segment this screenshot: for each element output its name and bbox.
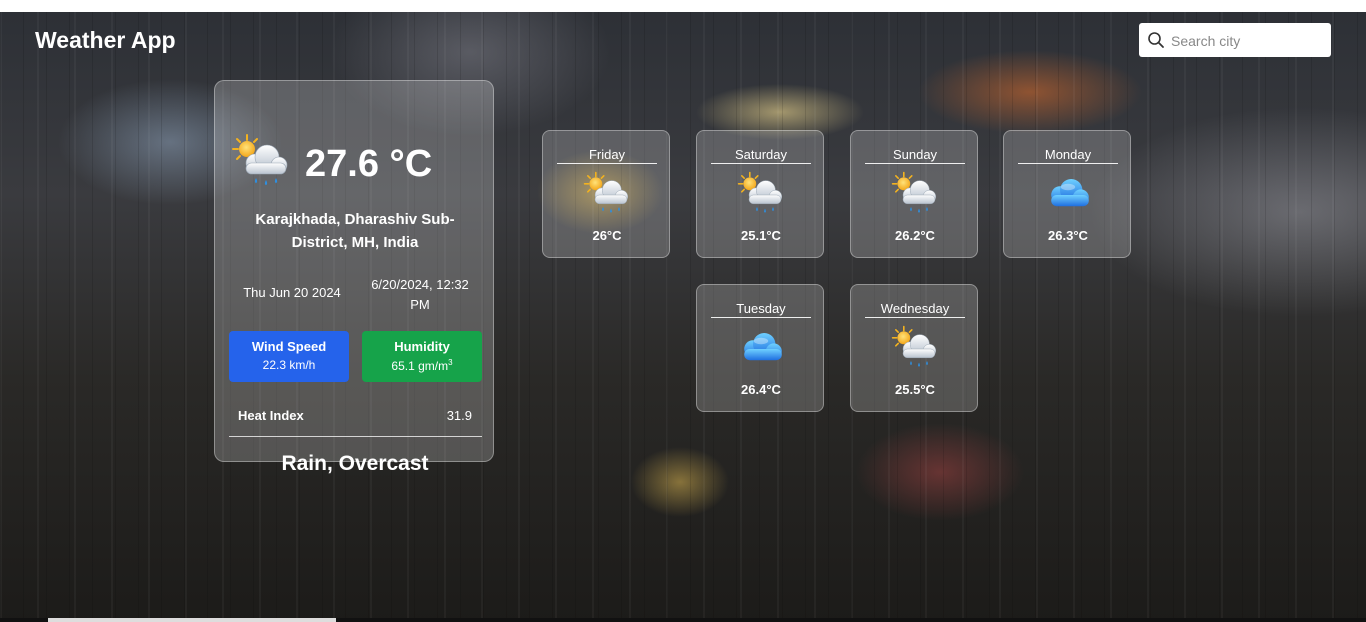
location-name: Karajkhada, Dharashiv Sub-District, MH, … [255,211,455,251]
forecast-card-saturday: Saturday 25.1°C [696,130,824,258]
current-temperature: 27.6 °C [305,143,433,185]
current-datetime: 6/20/2024, 12:32 PM [371,277,469,312]
blue-cloud-icon [1042,171,1094,219]
current-weather-card: 27.6 °C Karajkhada, Dharashiv Sub-Distri… [214,80,494,462]
heat-index-row: Heat Index 31.9 [229,403,482,437]
wind-speed-value: 22.3 km/h [262,358,316,372]
forecast-temperature: 25.1°C [741,228,781,243]
sun-behind-rain-cloud-icon [581,171,633,219]
sun-behind-rain-cloud-icon [889,171,941,219]
forecast-day-name: Monday [1018,147,1118,164]
wind-speed-label: Wind Speed [251,339,327,354]
humidity-label: Humidity [394,339,450,354]
forecast-temperature: 26.4°C [741,382,781,397]
horizontal-scrollbar[interactable] [0,618,1366,622]
search-box[interactable] [1139,23,1331,57]
app-title: Weather App [35,27,176,53]
heat-index-value: 31.9 [446,408,472,423]
sun-behind-rain-cloud-icon [229,133,293,193]
heat-index-label: Heat Index [238,408,304,423]
humidity-unit-exponent: 3 [448,358,453,367]
forecast-day-name: Saturday [711,147,811,164]
wind-speed-badge: Wind Speed 22.3 km/h [229,331,349,382]
scrollbar-thumb[interactable] [48,618,336,622]
humidity-value: 65.1 gm/m [391,359,449,373]
sun-behind-rain-cloud-icon [889,325,941,373]
rainy-window-background [0,12,1366,622]
forecast-card-monday: Monday 26.3°C [1003,130,1131,258]
forecast-card-tuesday: Tuesday 26.4°C [696,284,824,412]
forecast-temperature: 26.3°C [1048,228,1088,243]
search-icon[interactable] [1147,31,1165,49]
current-date: Thu Jun 20 2024 [243,285,341,300]
forecast-day-name: Wednesday [865,301,965,318]
forecast-card-friday: Friday 26°C [542,130,670,258]
weather-condition: Rain, Overcast [281,452,429,475]
sun-behind-rain-cloud-icon [735,171,787,219]
forecast-temperature: 26.2°C [895,228,935,243]
forecast-temperature: 26°C [592,228,622,243]
forecast-day-name: Tuesday [711,301,811,318]
forecast-card-sunday: Sunday 26.2°C [850,130,978,258]
humidity-reading: 65.1 gm/m3 [362,358,482,373]
forecast-day-name: Friday [557,147,657,164]
forecast-card-wednesday: Wednesday 25.5°C [850,284,978,412]
search-input[interactable] [1169,29,1329,53]
humidity-badge: Humidity 65.1 gm/m3 [362,331,482,382]
blue-cloud-icon [735,325,787,373]
forecast-day-name: Sunday [865,147,965,164]
forecast-temperature: 25.5°C [895,382,935,397]
